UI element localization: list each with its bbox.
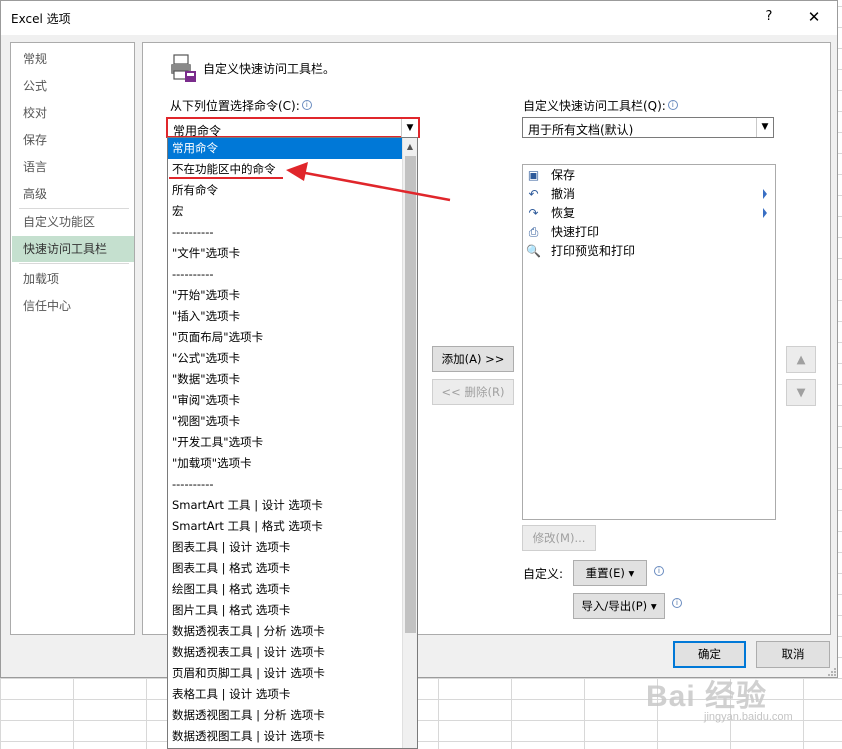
expand-arrow-icon[interactable] bbox=[763, 208, 767, 218]
customize-toolbar-label: 自定义快速访问工具栏(Q): i bbox=[523, 97, 678, 114]
dropdown-option[interactable]: SmartArt 工具 | 设计 选项卡 bbox=[168, 495, 404, 516]
print-preview-icon: 🔍 bbox=[526, 244, 541, 258]
quick-access-item[interactable]: ⎙ 快速打印 bbox=[523, 223, 773, 242]
dropdown-option[interactable]: 数据透视图工具 | 分析 选项卡 bbox=[168, 705, 404, 726]
dropdown-option[interactable]: 页眉和页脚工具 | 设计 选项卡 bbox=[168, 663, 404, 684]
quick-access-item[interactable]: ▣ 保存 bbox=[523, 166, 773, 185]
dropdown-option[interactable]: 常用命令 bbox=[168, 138, 404, 159]
dropdown-option[interactable]: "审阅"选项卡 bbox=[168, 390, 404, 411]
dropdown-option[interactable]: 图表工具 | 设计 选项卡 bbox=[168, 537, 404, 558]
dropdown-option[interactable]: 数据透视图工具 | 设计 选项卡 bbox=[168, 726, 404, 747]
dropdown-option[interactable]: ---------- bbox=[168, 222, 404, 243]
ok-button[interactable]: 确定 bbox=[673, 641, 746, 668]
quick-access-item-label: 快速打印 bbox=[551, 225, 600, 239]
nav-item[interactable]: 语言 bbox=[12, 154, 134, 180]
remove-button[interactable]: << 删除(R) bbox=[432, 379, 514, 405]
dropdown-option[interactable]: "页面布局"选项卡 bbox=[168, 327, 404, 348]
nav-item[interactable]: 公式 bbox=[12, 73, 134, 99]
choose-commands-label: 从下列位置选择命令(C): i bbox=[170, 97, 312, 114]
nav-item[interactable]: 高级 bbox=[12, 181, 134, 207]
nav-divider bbox=[19, 263, 129, 264]
info-icon[interactable]: i bbox=[672, 598, 682, 608]
nav-item[interactable]: 信任中心 bbox=[12, 293, 134, 319]
dropdown-option[interactable]: "数据"选项卡 bbox=[168, 369, 404, 390]
modify-button[interactable]: 修改(M)... bbox=[522, 525, 596, 551]
info-icon[interactable]: i bbox=[654, 566, 664, 576]
dropdown-option[interactable]: "开发工具"选项卡 bbox=[168, 432, 404, 453]
nav-item[interactable]: 快速访问工具栏 bbox=[12, 236, 134, 262]
close-button[interactable]: ✕ bbox=[799, 5, 829, 29]
baidu-watermark: Bai 经验 jingyan.baidu.com bbox=[646, 671, 836, 731]
dropdown-option[interactable]: "文件"选项卡 bbox=[168, 243, 404, 264]
nav-item[interactable]: 加载项 bbox=[12, 266, 134, 292]
panel-heading: 自定义快速访问工具栏。 bbox=[203, 62, 336, 76]
title-bar: Excel 选项 ? ✕ bbox=[1, 1, 837, 35]
customizations-label: 自定义: bbox=[523, 567, 564, 581]
nav-item[interactable]: 校对 bbox=[12, 100, 134, 126]
dropdown-option[interactable]: "加载项"选项卡 bbox=[168, 453, 404, 474]
redo-icon: ↷ bbox=[528, 206, 539, 220]
dropdown-option[interactable]: 绘图工具 | 格式 选项卡 bbox=[168, 579, 404, 600]
quick-access-item[interactable]: ↷ 恢复 bbox=[523, 204, 773, 223]
info-icon[interactable]: i bbox=[301, 100, 312, 110]
move-up-button[interactable]: ▲ bbox=[786, 346, 816, 373]
toolbar-scope-select[interactable]: 用于所有文档(默认) ▼ bbox=[522, 117, 774, 138]
move-down-button[interactable]: ▼ bbox=[786, 379, 816, 406]
watermark-logo: Bai 经验 bbox=[646, 680, 768, 713]
import-export-button[interactable]: 导入/导出(P) ▾ bbox=[573, 593, 665, 619]
dropdown-option[interactable]: 数据透视表工具 | 设计 选项卡 bbox=[168, 642, 404, 663]
dropdown-option[interactable]: 宏 bbox=[168, 201, 404, 222]
chevron-down-icon[interactable]: ▼ bbox=[401, 119, 418, 138]
commands-source-select[interactable]: 常用命令 ▼ bbox=[166, 117, 420, 138]
dropdown-option[interactable]: SmartArt 工具 | 格式 选项卡 bbox=[168, 516, 404, 537]
dropdown-option[interactable]: "视图"选项卡 bbox=[168, 411, 404, 432]
options-nav: 常规 公式 校对 保存 语言 高级 自定义功能区 快速访问工具栏 加载项 信任中心 bbox=[10, 42, 135, 635]
dropdown-option[interactable]: 所有命令 bbox=[168, 180, 404, 201]
toolbar-customize-icon bbox=[171, 54, 196, 82]
watermark-url: jingyan.baidu.com bbox=[704, 711, 793, 723]
info-icon[interactable]: i bbox=[667, 100, 678, 110]
dropdown-scrollbar[interactable]: ▲ bbox=[402, 138, 417, 748]
cancel-button[interactable]: 取消 bbox=[756, 641, 830, 668]
quick-access-item[interactable]: ↶ 撤消 bbox=[523, 185, 773, 204]
help-button[interactable]: ? bbox=[757, 5, 781, 29]
dropdown-option[interactable]: 表格工具 | 设计 选项卡 bbox=[168, 684, 404, 705]
dropdown-option[interactable]: 图片工具 | 格式 选项卡 bbox=[168, 600, 404, 621]
dropdown-option[interactable]: "公式"选项卡 bbox=[168, 348, 404, 369]
toolbar-scope-value: 用于所有文档(默认) bbox=[528, 123, 634, 137]
dialog-title: Excel 选项 bbox=[11, 12, 71, 26]
chevron-down-icon[interactable]: ▼ bbox=[756, 118, 773, 137]
dropdown-option[interactable]: 图表工具 | 格式 选项卡 bbox=[168, 558, 404, 579]
quick-access-item-label: 恢复 bbox=[551, 206, 576, 220]
dropdown-option[interactable]: ---------- bbox=[168, 474, 404, 495]
expand-arrow-icon[interactable] bbox=[763, 189, 767, 199]
quick-access-item-label: 打印预览和打印 bbox=[551, 244, 636, 258]
undo-icon: ↶ bbox=[528, 187, 539, 201]
add-button[interactable]: 添加(A) >> bbox=[432, 346, 514, 372]
dropdown-option[interactable]: "插入"选项卡 bbox=[168, 306, 404, 327]
dropdown-option[interactable]: 不在功能区中的命令 bbox=[168, 159, 404, 180]
nav-item[interactable]: 保存 bbox=[12, 127, 134, 153]
nav-item[interactable]: 自定义功能区 bbox=[12, 209, 134, 235]
dropdown-option[interactable]: "开始"选项卡 bbox=[168, 285, 404, 306]
options-dialog: Excel 选项 ? ✕ 常规 公式 校对 保存 语言 高级 自定义功能区 快速访问工具栏 加载… bbox=[0, 0, 838, 678]
quick-access-item-label: 保存 bbox=[551, 168, 576, 182]
dropdown-option[interactable]: ---------- bbox=[168, 264, 404, 285]
quick-print-icon: ⎙ bbox=[528, 225, 539, 239]
save-icon: ▣ bbox=[527, 168, 540, 182]
quick-access-commands-list[interactable]: ▣ 保存 ↶ 撤消 ↷ 恢复 ⎙ 快速打印 🔍 打印预览和打印 bbox=[522, 164, 776, 520]
scroll-up-icon[interactable]: ▲ bbox=[403, 138, 417, 155]
quick-access-item[interactable]: 🔍 打印预览和打印 bbox=[523, 242, 773, 261]
nav-item[interactable]: 常规 bbox=[12, 46, 134, 72]
commands-dropdown-list[interactable]: 数据透视图工具 | 设计 选项卡 数据透视图工具 | 分析 选项卡 表格工具 | 设… bbox=[167, 137, 418, 749]
reset-button[interactable]: 重置(E) ▾ bbox=[573, 560, 647, 586]
scrollbar-thumb[interactable] bbox=[405, 156, 416, 633]
quick-access-item-label: 撤消 bbox=[551, 187, 576, 201]
dropdown-option[interactable]: 数据透视表工具 | 分析 选项卡 bbox=[168, 621, 404, 642]
